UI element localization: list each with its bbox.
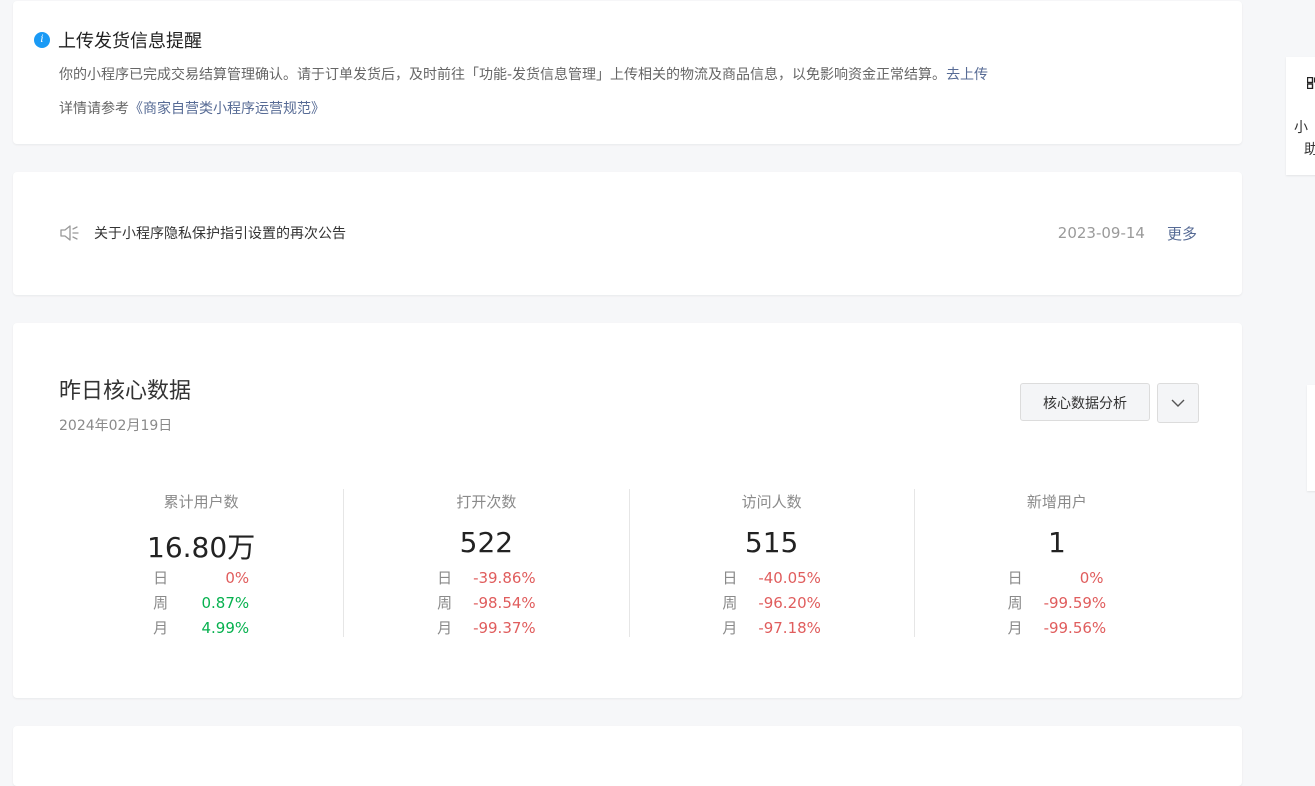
- change-key: 日: [722, 569, 738, 587]
- chevron-down-icon: [1171, 399, 1185, 407]
- change-row-day: 日 -39.86%: [437, 566, 536, 591]
- notice-line-1: 你的小程序已完成交易结算管理确认。请于订单发货后，及时前往「功能-发货信息管理」…: [59, 64, 988, 84]
- announcement-row: 关于小程序隐私保护指引设置的再次公告 2023-09-14 更多: [59, 222, 1197, 244]
- metric-label: 新增用户: [1026, 493, 1087, 511]
- change-value: 0.87%: [201, 594, 250, 612]
- change-key: 日: [1007, 569, 1023, 587]
- change-key: 月: [437, 619, 453, 637]
- analysis-dropdown-button[interactable]: [1157, 383, 1199, 423]
- change-key: 周: [153, 594, 169, 612]
- change-row-day: 日 0%: [1008, 566, 1107, 591]
- change-row-month: 月 -99.37%: [437, 616, 536, 641]
- announcement-date: 2023-09-14: [1057, 224, 1145, 242]
- change-key: 周: [1007, 594, 1023, 612]
- change-row-week: 周 -96.20%: [722, 591, 821, 616]
- speaker-icon: [60, 225, 79, 241]
- change-value: -96.20%: [758, 594, 821, 612]
- change-key: 周: [437, 594, 453, 612]
- metric-new-users: 新增用户 1 日 0% 周 -99.59% 月 -99.56%: [913, 489, 1199, 637]
- notice-line-1-text: 你的小程序已完成交易结算管理确认。请于订单发货后，及时前往「功能-发货信息管理」…: [59, 67, 947, 83]
- metric-visitors: 访问人数 515 日 -40.05% 周 -96.20% 月 -97.18%: [628, 489, 914, 637]
- change-key: 日: [437, 569, 453, 587]
- change-key: 月: [1007, 619, 1023, 637]
- info-icon: i: [34, 32, 50, 48]
- change-key: 周: [722, 594, 738, 612]
- change-value: 0%: [1079, 569, 1104, 587]
- metric-value: 1: [1047, 526, 1066, 559]
- core-data-title: 昨日核心数据: [59, 379, 192, 404]
- metric-label: 累计用户数: [163, 493, 239, 511]
- mini-program-assistant-panel[interactable]: 小 助: [1286, 57, 1315, 175]
- merchant-rules-link[interactable]: 《商家自营类小程序运营规范》: [129, 101, 325, 117]
- change-value: 0%: [225, 569, 250, 587]
- change-value: -97.18%: [758, 619, 821, 637]
- metric-label: 打开次数: [456, 493, 517, 511]
- core-data-date: 2024年02月19日: [59, 418, 173, 434]
- notice-line-2: 详情请参考《商家自营类小程序运营规范》: [59, 98, 325, 118]
- change-value: -98.54%: [473, 594, 536, 612]
- change-value: -99.37%: [473, 619, 536, 637]
- metric-changes: 日 -40.05% 周 -96.20% 月 -97.18%: [722, 566, 821, 641]
- change-row-month: 月 -97.18%: [722, 616, 821, 641]
- change-row-week: 周 0.87%: [153, 591, 249, 616]
- next-section-card: [13, 726, 1242, 786]
- metric-label: 访问人数: [741, 493, 802, 511]
- notice-line-2-text: 详情请参考: [59, 101, 129, 117]
- metric-value: 522: [459, 526, 514, 559]
- assistant-label-line-2: 助: [1304, 142, 1315, 158]
- change-value: -39.86%: [473, 569, 536, 587]
- change-value: -40.05%: [758, 569, 821, 587]
- go-upload-link[interactable]: 去上传: [946, 67, 988, 83]
- change-value: -99.59%: [1043, 594, 1107, 612]
- change-key: 月: [153, 619, 169, 637]
- more-link[interactable]: 更多: [1167, 223, 1197, 244]
- change-row-month: 月 -99.56%: [1008, 616, 1107, 641]
- metric-changes: 日 -39.86% 周 -98.54% 月 -99.37%: [437, 566, 536, 641]
- metric-value: 16.80万: [147, 531, 256, 564]
- shipping-info-notice-card: i 上传发货信息提醒 你的小程序已完成交易结算管理确认。请于订单发货后，及时前往…: [13, 1, 1242, 144]
- change-row-week: 周 -98.54%: [437, 591, 536, 616]
- assistant-panel-label: 小 助: [1294, 117, 1315, 161]
- core-data-analysis-button[interactable]: 核心数据分析: [1020, 383, 1150, 421]
- metric-total-users: 累计用户数 16.80万 日 0% 周 0.87% 月 4.99%: [59, 489, 343, 637]
- change-value: 4.99%: [201, 619, 250, 637]
- announcement-title[interactable]: 关于小程序隐私保护指引设置的再次公告: [94, 223, 1058, 243]
- qr-code-icon: [1307, 77, 1315, 89]
- announcement-card: 关于小程序隐私保护指引设置的再次公告 2023-09-14 更多: [13, 172, 1242, 295]
- assistant-label-line-1: 小: [1294, 120, 1308, 136]
- metrics-row: 累计用户数 16.80万 日 0% 周 0.87% 月 4.99% 打开次数 522 …: [59, 489, 1199, 637]
- change-row-week: 周 -99.59%: [1008, 591, 1107, 616]
- change-row-month: 月 4.99%: [153, 616, 249, 641]
- core-data-card: 昨日核心数据 2024年02月19日 核心数据分析 累计用户数 16.80万 日…: [13, 323, 1242, 698]
- change-row-day: 日 -40.05%: [722, 566, 821, 591]
- change-key: 日: [153, 569, 169, 587]
- side-floating-panel[interactable]: [1307, 385, 1315, 491]
- notice-title: 上传发货信息提醒: [58, 31, 202, 52]
- change-value: -99.56%: [1043, 619, 1107, 637]
- change-row-day: 日 0%: [153, 566, 249, 591]
- metric-changes: 日 0% 周 0.87% 月 4.99%: [153, 566, 249, 641]
- change-key: 月: [722, 619, 738, 637]
- metric-open-count: 打开次数 522 日 -39.86% 周 -98.54% 月 -99.37%: [343, 489, 628, 637]
- metric-changes: 日 0% 周 -99.59% 月 -99.56%: [1008, 566, 1107, 641]
- notice-header: i 上传发货信息提醒: [34, 27, 202, 53]
- metric-value: 515: [744, 526, 799, 559]
